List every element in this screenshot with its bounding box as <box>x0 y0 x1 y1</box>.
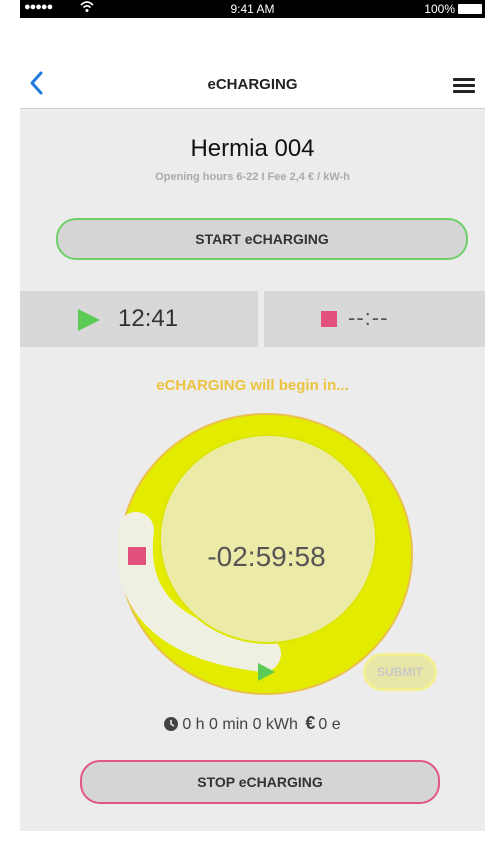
battery-icon <box>458 4 482 14</box>
countdown-message: eCHARGING will begin in... <box>156 377 349 394</box>
station-info: Opening hours 6-22 I Fee 2,4 € / kW-h <box>155 171 350 183</box>
stop-time-box[interactable]: --:-- <box>264 291 485 347</box>
start-time-box[interactable]: 12:41 <box>20 291 258 347</box>
charging-stats: 0 h 0 min 0 kWh €0 e <box>20 713 485 734</box>
nav-bar: eCHARGING <box>20 18 485 109</box>
start-charging-button[interactable]: START eCHARGING <box>56 218 468 260</box>
start-time: 12:41 <box>118 305 179 332</box>
phone-screen: ●●●●● 9:41 AM 100% eCHARGING Hermia 004 … <box>0 0 485 857</box>
stop-icon <box>321 311 337 327</box>
station-name: Hermia 004 <box>190 135 315 162</box>
submit-button[interactable]: SUBMIT <box>363 653 437 691</box>
euro-icon: € <box>305 713 316 733</box>
charging-cost: 0 e <box>318 716 341 733</box>
stop-time: --:-- <box>348 305 389 330</box>
status-time: 9:41 AM <box>230 2 275 16</box>
main-content: Hermia 004 Opening hours 6-22 I Fee 2,4 … <box>20 109 485 831</box>
time-row: 12:41 --:-- <box>20 291 485 347</box>
menu-button[interactable] <box>453 78 475 94</box>
status-bar: ●●●●● 9:41 AM 100% <box>20 0 485 18</box>
play-icon <box>78 309 100 331</box>
stop-charging-button[interactable]: STOP eCHARGING <box>80 760 440 804</box>
clock-icon <box>164 717 179 731</box>
countdown-value: -02:59:58 <box>207 541 326 572</box>
hamburger-icon <box>453 78 475 81</box>
duration-energy: 0 h 0 min 0 kWh <box>182 716 298 733</box>
battery-percent: 100% <box>424 2 455 16</box>
page-title: eCHARGING <box>207 76 298 93</box>
